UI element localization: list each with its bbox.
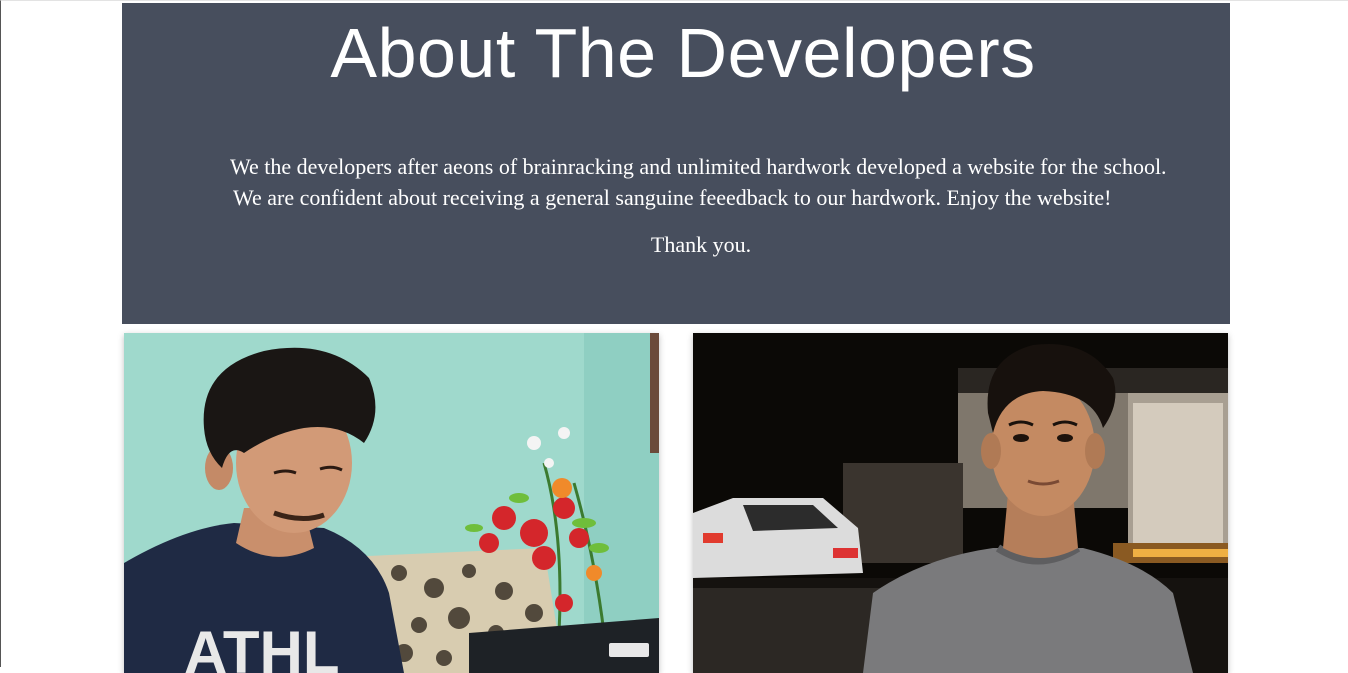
- page-title: About The Developers: [330, 14, 1036, 92]
- developer-card-1: ATHL: [124, 333, 659, 673]
- about-paragraph-line-2: We are confident about receiving a gener…: [233, 185, 1112, 210]
- svg-text:ATHL: ATHL: [184, 619, 340, 673]
- about-section: About The Developers We the developers a…: [122, 3, 1230, 324]
- about-paragraph-line-1: We the developers after aeons of brainra…: [230, 154, 1167, 179]
- developer-photo-1: ATHL: [124, 333, 659, 673]
- thank-you-text: Thank you.: [650, 232, 752, 257]
- developer-photo-2: [693, 333, 1228, 673]
- developer-card-2: [693, 333, 1228, 673]
- about-paragraph: We the developers after aeons of brainra…: [230, 151, 1190, 213]
